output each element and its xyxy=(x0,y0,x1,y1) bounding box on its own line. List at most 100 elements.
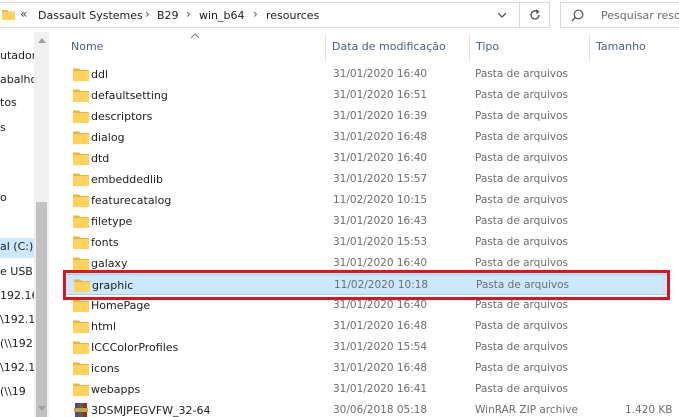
folder-icon xyxy=(73,110,89,123)
file-type: Pasta de arquivos xyxy=(475,299,569,311)
nav-item[interactable]: \192.16 xyxy=(0,361,34,374)
search-placeholder: Pesquisar resources xyxy=(601,9,679,22)
scroll-up-arrow-icon[interactable] xyxy=(38,38,46,43)
file-type: Pasta de arquivos xyxy=(475,89,569,101)
file-date: 31/01/2020 15:57 xyxy=(333,173,428,185)
nav-scrollbar[interactable] xyxy=(34,32,49,417)
file-name: webapps xyxy=(91,383,141,396)
file-name: ICCColorProfiles xyxy=(91,341,179,354)
nav-item[interactable]: (\\192 xyxy=(0,337,33,350)
file-row[interactable]: filetype 31/01/2020 16:43 Pasta de arquivo… xyxy=(65,211,670,232)
column-divider[interactable] xyxy=(589,34,590,62)
file-type: Pasta de arquivos xyxy=(475,257,569,269)
file-type: Pasta de arquivos xyxy=(475,110,569,122)
file-date: 31/01/2020 16:48 xyxy=(333,362,428,374)
file-date: 31/01/2020 16:48 xyxy=(333,131,428,143)
breadcrumb-item[interactable]: Dassault Systemes xyxy=(38,9,143,22)
file-row[interactable]: embeddedlib 31/01/2020 15:57 Pasta de arqu… xyxy=(65,169,670,190)
toolbar: « Dassault Systemes › B29 › win_b64 › re… xyxy=(0,0,679,32)
folder-icon xyxy=(73,362,89,375)
folder-icon xyxy=(73,341,89,354)
nav-item[interactable]: o xyxy=(0,191,7,204)
search-icon xyxy=(571,9,584,22)
column-header-type[interactable]: Tipo xyxy=(476,40,499,53)
file-row[interactable]: 3DSMJPEGVFW_32-64 30/06/2018 05:18 WinRAR … xyxy=(65,400,673,417)
nav-item[interactable]: (\\19 xyxy=(0,385,26,398)
folder-icon xyxy=(73,89,89,102)
file-type: Pasta de arquivos xyxy=(476,279,570,291)
column-header-date[interactable]: Data de modificação xyxy=(332,40,446,53)
column-divider[interactable] xyxy=(325,34,326,62)
file-date: 31/01/2020 16:40 xyxy=(333,257,428,269)
file-row[interactable]: icons 31/01/2020 16:48 Pasta de arquivos xyxy=(65,358,670,379)
chevron-down-icon[interactable] xyxy=(498,11,506,19)
file-row[interactable]: HomePage 31/01/2020 16:40 Pasta de arquivo… xyxy=(65,295,670,316)
file-row[interactable]: galaxy 31/01/2020 16:40 Pasta de arquivos xyxy=(65,253,670,274)
column-divider[interactable] xyxy=(469,34,470,62)
refresh-button[interactable] xyxy=(520,2,550,28)
nav-item[interactable]: \192.16 xyxy=(0,313,34,326)
search-box[interactable]: Pesquisar resources xyxy=(560,2,679,28)
scroll-down-arrow-icon[interactable] xyxy=(38,406,46,411)
nav-item[interactable]: abalho xyxy=(0,73,34,86)
file-row-selected[interactable]: graphic 11/02/2020 10:18 Pasta de arquivos xyxy=(65,274,670,295)
file-name: embeddedlib xyxy=(91,173,164,186)
folder-icon xyxy=(73,131,89,144)
file-date: 31/01/2020 16:40 xyxy=(333,68,428,80)
folder-icon xyxy=(73,257,89,270)
breadcrumb-item[interactable]: B29 xyxy=(157,9,179,22)
file-type: Pasta de arquivos xyxy=(475,173,569,185)
file-date: 31/01/2020 16:39 xyxy=(333,110,428,122)
file-date: 31/01/2020 16:41 xyxy=(333,383,428,395)
file-row[interactable]: descriptors 31/01/2020 16:39 Pasta de arqu… xyxy=(65,106,670,127)
folder-icon xyxy=(73,173,89,186)
file-name: descriptors xyxy=(91,110,153,123)
breadcrumb-separator-icon[interactable]: › xyxy=(253,7,258,21)
file-name: defaultsetting xyxy=(91,89,168,102)
breadcrumb-separator-icon[interactable]: › xyxy=(145,7,150,21)
folder-icon xyxy=(73,68,89,81)
nav-item[interactable]: e USB xyxy=(0,265,33,278)
file-row[interactable]: dtd 31/01/2020 16:40 Pasta de arquivos xyxy=(65,148,670,169)
file-date: 30/06/2018 05:18 xyxy=(333,404,428,416)
file-date: 11/02/2020 10:18 xyxy=(334,279,429,291)
file-row[interactable]: html 31/01/2020 16:48 Pasta de arquivos xyxy=(65,316,670,337)
file-date: 31/01/2020 15:53 xyxy=(333,236,428,248)
file-row[interactable]: ddl 31/01/2020 16:40 Pasta de arquivos xyxy=(65,64,670,85)
breadcrumb-item[interactable]: win_b64 xyxy=(199,9,245,22)
column-header-name[interactable]: Nome xyxy=(71,40,103,53)
refresh-icon xyxy=(529,9,540,20)
file-name: html xyxy=(91,320,117,333)
nav-item[interactable]: utador xyxy=(0,49,34,62)
file-row[interactable]: dialog 31/01/2020 16:48 Pasta de arquivos xyxy=(65,127,670,148)
folder-icon xyxy=(73,236,89,249)
folder-icon xyxy=(73,152,89,165)
file-row[interactable]: fonts 31/01/2020 15:53 Pasta de arquivos xyxy=(65,232,670,253)
breadcrumb-item[interactable]: resources xyxy=(266,9,319,22)
nav-item[interactable]: s xyxy=(0,121,6,134)
file-name: fonts xyxy=(91,236,119,249)
file-type: Pasta de arquivos xyxy=(475,152,569,164)
file-name: icons xyxy=(91,362,120,375)
column-header-size[interactable]: Tamanho xyxy=(596,40,646,53)
file-date: 31/01/2020 16:40 xyxy=(333,299,428,311)
file-type: Pasta de arquivos xyxy=(475,215,569,227)
overflow-chevron-icon[interactable]: « xyxy=(20,7,27,21)
nav-item[interactable]: 192.168 xyxy=(0,289,34,302)
file-row[interactable]: webapps 31/01/2020 16:41 Pasta de arquivos xyxy=(65,379,670,400)
breadcrumb-separator-icon[interactable]: › xyxy=(186,7,191,21)
nav-item-local-disk[interactable]: al (C:) xyxy=(0,238,34,258)
file-date: 31/01/2020 16:48 xyxy=(333,320,428,332)
navigation-pane: utador abalho tos s o al (C:) e USB 192.… xyxy=(0,32,34,417)
file-row[interactable]: featurecatalog 11/02/2020 10:15 Pasta de a… xyxy=(65,190,670,211)
address-bar[interactable]: « Dassault Systemes › B29 › win_b64 › re… xyxy=(0,2,520,28)
scrollbar-thumb[interactable] xyxy=(36,202,47,417)
file-type: Pasta de arquivos xyxy=(475,383,569,395)
file-name: graphic xyxy=(92,279,134,292)
nav-item[interactable]: tos xyxy=(0,96,17,109)
file-date: 31/01/2020 16:51 xyxy=(333,89,428,101)
file-row[interactable]: defaultsetting 31/01/2020 16:51 Pasta de a… xyxy=(65,85,670,106)
folder-icon xyxy=(74,279,90,292)
file-row[interactable]: ICCColorProfiles 31/01/2020 15:54 Pasta de… xyxy=(65,337,670,358)
file-name: HomePage xyxy=(91,299,151,312)
